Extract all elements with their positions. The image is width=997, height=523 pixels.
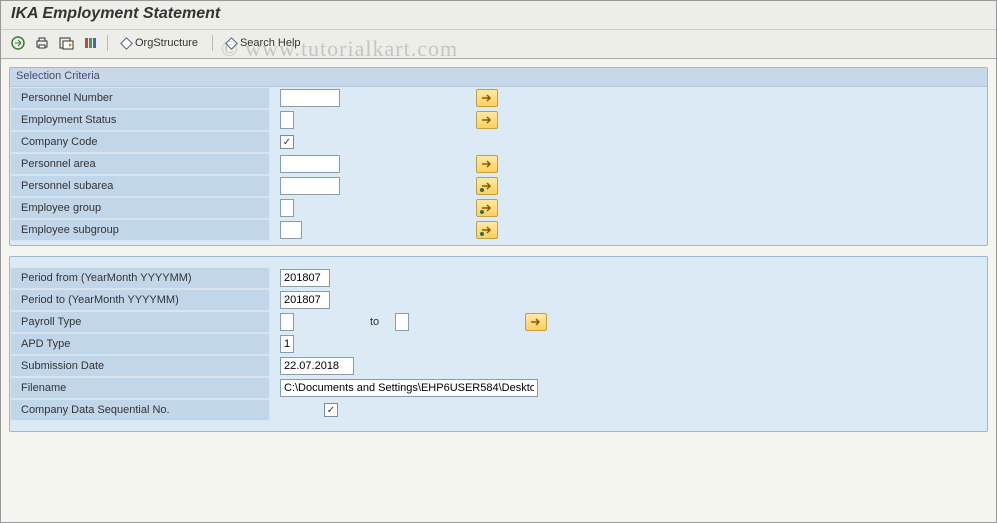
row-employee-group: Employee group <box>10 197 987 219</box>
employee-subgroup-multi-button[interactable] <box>476 221 498 239</box>
row-employee-subgroup: Employee subgroup <box>10 219 987 241</box>
arrow-right-icon <box>481 203 493 213</box>
page-title: IKA Employment Statement <box>11 5 220 22</box>
period-from-input[interactable] <box>280 269 330 287</box>
org-structure-button[interactable]: OrgStructure <box>116 35 204 51</box>
row-payroll-type: Payroll Type to <box>10 311 987 333</box>
row-filename: Filename <box>10 377 987 399</box>
row-employment-status: Employment Status <box>10 109 987 131</box>
apd-type-input[interactable] <box>280 335 294 353</box>
personnel-area-input[interactable] <box>280 155 340 173</box>
row-period-from: Period from (YearMonth YYYYMM) <box>10 267 987 289</box>
personnel-number-multi-button[interactable] <box>476 89 498 107</box>
diamond-icon <box>225 37 238 50</box>
row-company-code: Company Code ✓ <box>10 131 987 153</box>
payroll-type-multi-button[interactable] <box>525 313 547 331</box>
parameters-group: Period from (YearMonth YYYYMM) Period to… <box>9 256 988 432</box>
company-code-checkbox[interactable]: ✓ <box>280 135 294 149</box>
arrow-right-icon <box>481 225 493 235</box>
submission-date-label: Submission Date <box>10 355 270 377</box>
arrow-right-icon <box>481 159 493 169</box>
execute-icon[interactable] <box>9 34 27 52</box>
arrow-right-icon <box>481 115 493 125</box>
toolbar: OrgStructure Search Help <box>1 30 996 59</box>
company-code-label: Company Code <box>10 131 270 153</box>
employee-group-label: Employee group <box>10 197 270 219</box>
personnel-subarea-multi-button[interactable] <box>476 177 498 195</box>
row-personnel-number: Personnel Number <box>10 87 987 109</box>
row-period-to: Period to (YearMonth YYYYMM) <box>10 289 987 311</box>
submission-date-input[interactable] <box>280 357 354 375</box>
arrow-right-icon <box>530 317 542 327</box>
row-apd-type: APD Type <box>10 333 987 355</box>
personnel-subarea-input[interactable] <box>280 177 340 195</box>
search-help-label: Search Help <box>240 37 301 49</box>
diamond-icon <box>120 37 133 50</box>
employment-status-multi-button[interactable] <box>476 111 498 129</box>
print-icon[interactable] <box>33 34 51 52</box>
employee-subgroup-label: Employee subgroup <box>10 219 270 241</box>
company-seq-checkbox[interactable]: ✓ <box>324 403 338 417</box>
filename-label: Filename <box>10 377 270 399</box>
apd-type-label: APD Type <box>10 333 270 355</box>
search-help-button[interactable]: Search Help <box>221 35 307 51</box>
personnel-area-label: Personnel area <box>10 153 270 175</box>
org-structure-label: OrgStructure <box>135 37 198 49</box>
employee-group-input[interactable] <box>280 199 294 217</box>
arrow-right-icon <box>481 93 493 103</box>
selection-criteria-title: Selection Criteria <box>10 68 987 87</box>
arrow-right-icon <box>481 181 493 191</box>
row-company-seq: Company Data Sequential No. ✓ <box>10 399 987 421</box>
payroll-type-to-input[interactable] <box>395 313 409 331</box>
variant-icon[interactable] <box>57 34 75 52</box>
row-submission-date: Submission Date <box>10 355 987 377</box>
selection-criteria-group: Selection Criteria Personnel Number Empl… <box>9 67 988 246</box>
filename-input[interactable] <box>280 379 538 397</box>
personnel-area-multi-button[interactable] <box>476 155 498 173</box>
employee-subgroup-input[interactable] <box>280 221 302 239</box>
toolbar-separator <box>107 35 108 51</box>
period-from-label: Period from (YearMonth YYYYMM) <box>10 267 270 289</box>
personnel-number-label: Personnel Number <box>10 87 270 109</box>
company-seq-label: Company Data Sequential No. <box>10 399 270 421</box>
personnel-subarea-label: Personnel subarea <box>10 175 270 197</box>
payroll-type-input[interactable] <box>280 313 294 331</box>
payroll-type-label: Payroll Type <box>10 311 270 333</box>
title-bar: IKA Employment Statement <box>1 1 996 30</box>
row-personnel-subarea: Personnel subarea <box>10 175 987 197</box>
period-to-label: Period to (YearMonth YYYYMM) <box>10 289 270 311</box>
employment-status-input[interactable] <box>280 111 294 129</box>
row-personnel-area: Personnel area <box>10 153 987 175</box>
employment-status-label: Employment Status <box>10 109 270 131</box>
content-area: Selection Criteria Personnel Number Empl… <box>1 59 996 450</box>
personnel-number-input[interactable] <box>280 89 340 107</box>
selection-icon[interactable] <box>81 34 99 52</box>
employee-group-multi-button[interactable] <box>476 199 498 217</box>
toolbar-separator <box>212 35 213 51</box>
period-to-input[interactable] <box>280 291 330 309</box>
payroll-type-to-label: to <box>370 316 379 328</box>
